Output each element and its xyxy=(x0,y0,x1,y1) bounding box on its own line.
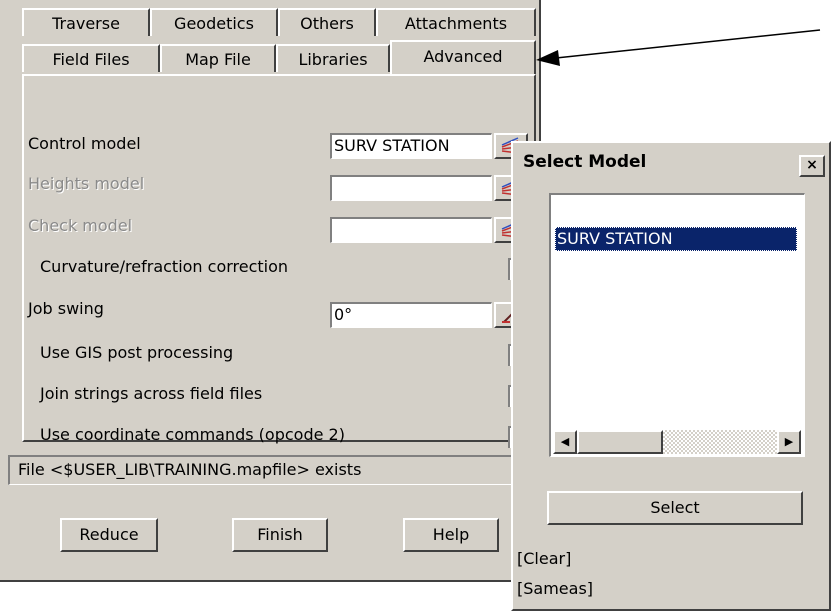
sameas-link[interactable]: [Sameas] xyxy=(517,579,593,598)
model-listbox[interactable]: SURV STATION ◀ ▶ xyxy=(549,193,805,457)
scroll-left-icon[interactable]: ◀ xyxy=(553,430,577,454)
select-button[interactable]: Select xyxy=(547,491,803,525)
list-item[interactable]: SURV STATION xyxy=(555,227,797,251)
close-icon[interactable]: × xyxy=(799,155,825,177)
popup-title-bar: Select Model × xyxy=(517,149,825,181)
clear-link[interactable]: [Clear] xyxy=(517,549,571,568)
horizontal-scrollbar[interactable]: ◀ ▶ xyxy=(553,430,801,454)
popup-title: Select Model xyxy=(523,152,647,172)
select-model-popup: Select Model × SURV STATION ◀ ▶ Select [… xyxy=(511,141,831,611)
tab-advanced[interactable]: Advanced xyxy=(390,40,536,74)
scroll-thumb[interactable] xyxy=(577,430,663,454)
scroll-right-icon[interactable]: ▶ xyxy=(777,430,801,454)
